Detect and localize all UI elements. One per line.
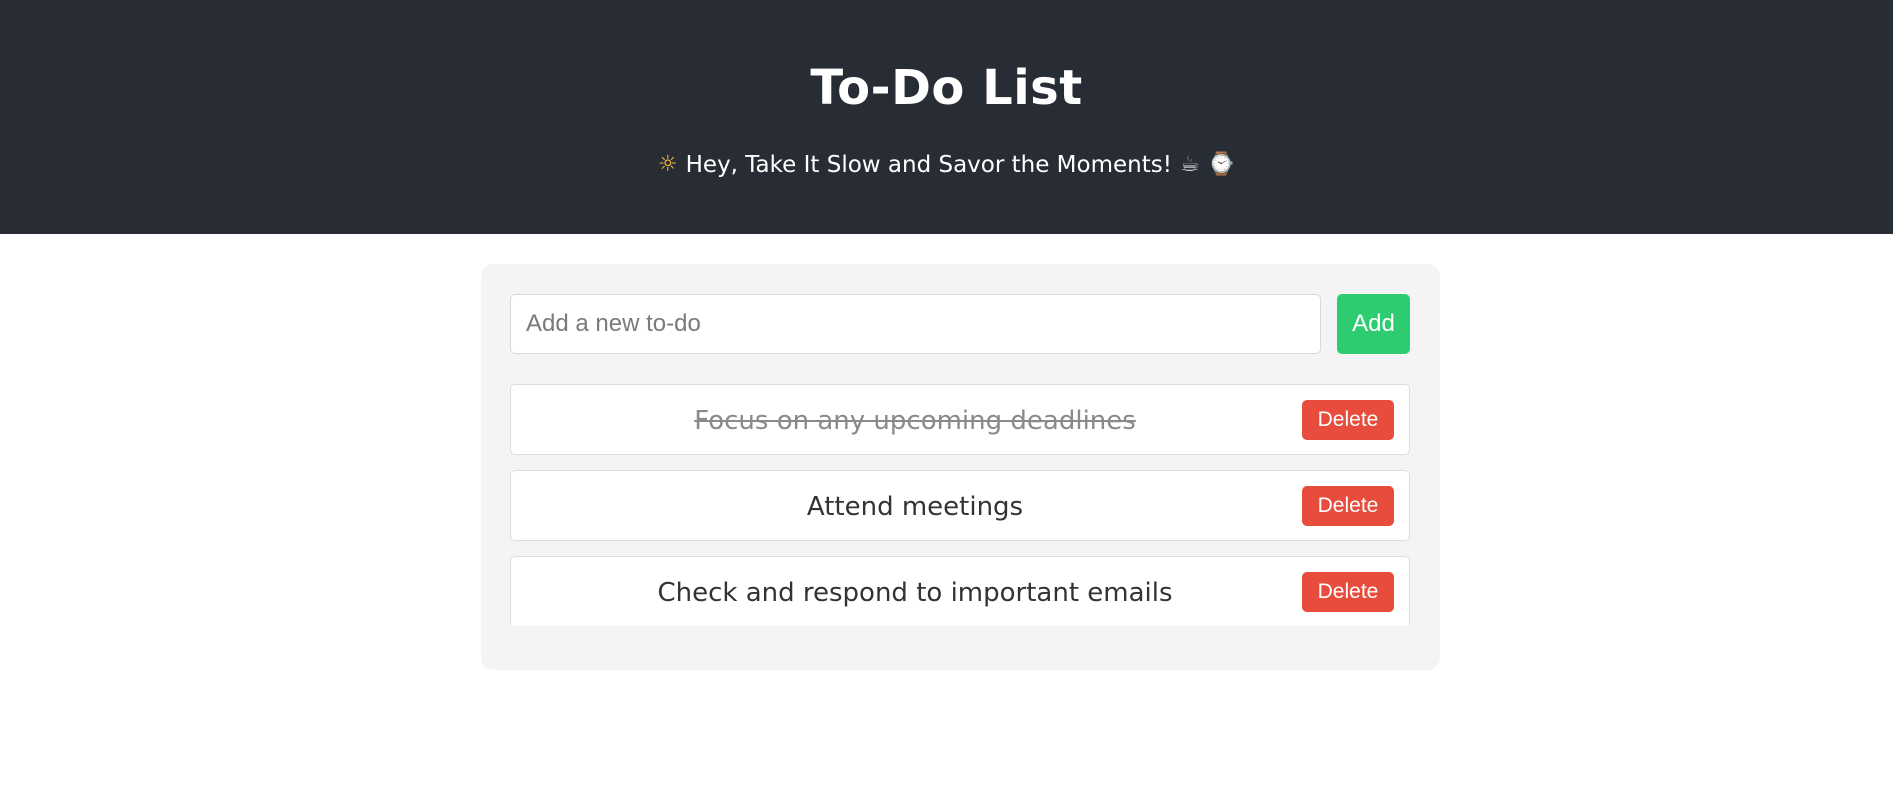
add-button[interactable]: Add [1337,294,1410,354]
mantelpiece-clock-icon: ⌚ [1207,152,1236,177]
app-header: To-Do List ☼ Hey, Take It Slow and Savor… [0,0,1893,234]
new-todo-input[interactable] [510,294,1321,354]
todo-text[interactable]: Focus on any upcoming deadlines [511,386,1319,457]
todo-card: Add Focus on any upcoming deadlines Dele… [481,264,1440,670]
todo-item: Focus on any upcoming deadlines Delete [510,384,1410,455]
todo-text[interactable]: Check and respond to important emails [511,558,1319,629]
hot-beverage-icon: ☕ [1179,152,1200,177]
delete-button[interactable]: Delete [1302,400,1394,440]
subtitle-text: Hey, Take It Slow and Savor the Moments! [685,152,1172,178]
page-title: To-Do List [810,60,1083,116]
delete-button[interactable]: Delete [1302,572,1394,612]
todo-item: Attend meetings Delete [510,470,1410,541]
todo-text[interactable]: Attend meetings [511,472,1319,543]
sun-face-icon: ☼ [657,152,678,177]
subtitle: ☼ Hey, Take It Slow and Savor the Moment… [0,150,1893,180]
todo-item: Check and respond to important emails De… [510,556,1410,626]
add-todo-row: Add [510,294,1410,354]
delete-button[interactable]: Delete [1302,486,1394,526]
todo-list: Focus on any upcoming deadlines Delete A… [510,384,1410,641]
